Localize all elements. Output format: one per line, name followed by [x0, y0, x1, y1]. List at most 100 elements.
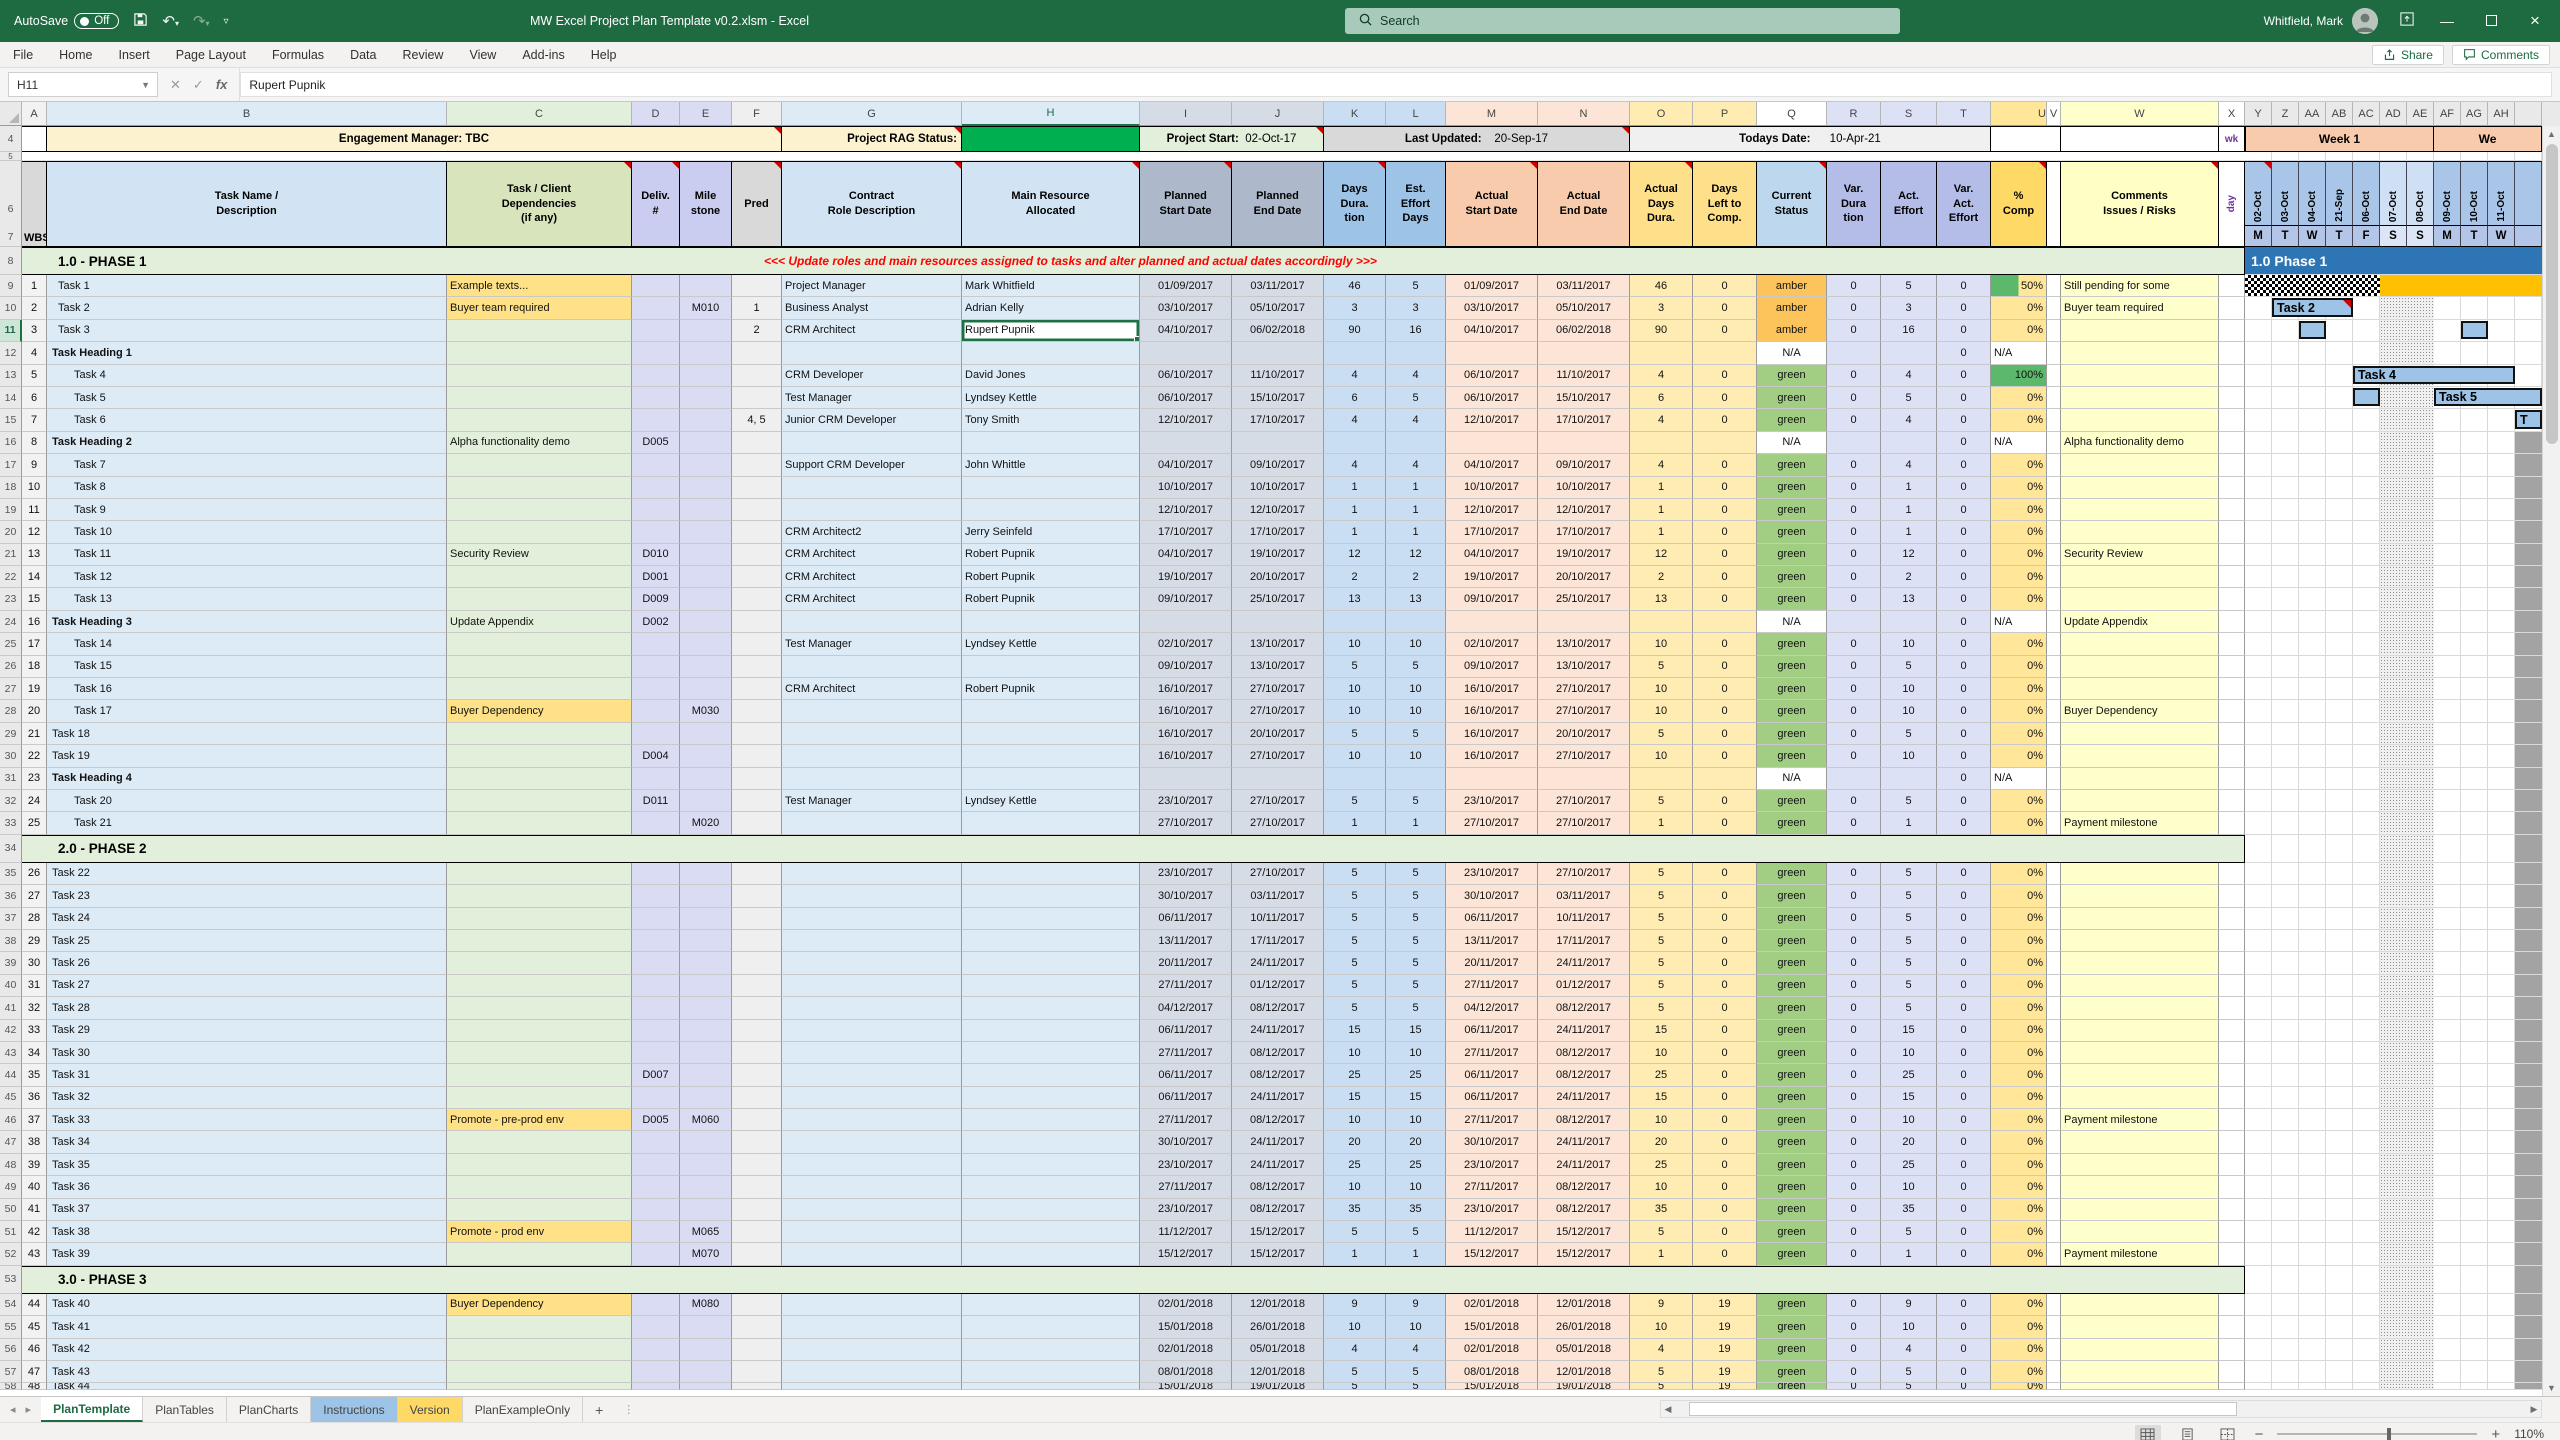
cell-d[interactable]: [447, 1360, 632, 1384]
column-header[interactable]: M: [1446, 102, 1538, 126]
cell-w[interactable]: 13: [22, 543, 47, 567]
column-header[interactable]: O: [1630, 102, 1693, 126]
cell-du[interactable]: 2: [1324, 566, 1386, 589]
cell-ro[interactable]: [782, 767, 962, 790]
cell-pe[interactable]: 08/12/2017: [1232, 1198, 1324, 1222]
cell-ee[interactable]: 1: [1386, 476, 1446, 499]
cell-vf[interactable]: 0: [1937, 588, 1991, 611]
row-header[interactable]: 26: [0, 655, 22, 679]
cell-pr[interactable]: [732, 1221, 782, 1244]
cell-ee[interactable]: 5: [1386, 1221, 1446, 1244]
comments-button[interactable]: Comments: [2451, 44, 2550, 65]
cell-pe[interactable]: 08/12/2017: [1232, 1041, 1324, 1065]
row-header[interactable]: 44: [0, 1064, 22, 1087]
cell-v[interactable]: [2047, 997, 2061, 1020]
column-header[interactable]: K: [1324, 102, 1386, 126]
cell-d[interactable]: [447, 997, 632, 1020]
cell-st[interactable]: green: [1757, 1131, 1827, 1154]
cell-du[interactable]: 1: [1324, 812, 1386, 835]
cell-dl[interactable]: 0: [1693, 1019, 1757, 1042]
cell-v[interactable]: [2047, 275, 2061, 298]
share-button[interactable]: Share: [2371, 44, 2444, 65]
row-header[interactable]: 22: [0, 566, 22, 589]
cell-dl[interactable]: 0: [1693, 700, 1757, 723]
cell-x[interactable]: [2219, 1316, 2245, 1339]
header-x[interactable]: day: [2219, 161, 2245, 247]
cell-ro[interactable]: CRM Architect: [782, 543, 962, 567]
cell-dl[interactable]: 0: [1693, 633, 1757, 656]
cell-v[interactable]: [2047, 297, 2061, 320]
gantt-day-cell[interactable]: T: [2461, 225, 2488, 247]
cell-ps[interactable]: 16/10/2017: [1140, 722, 1232, 746]
cell-af[interactable]: 1: [1881, 1243, 1937, 1266]
cell-ae[interactable]: 24/11/2017: [1538, 952, 1630, 975]
cell-ad[interactable]: 1: [1630, 812, 1693, 835]
cell-dv[interactable]: D010: [632, 543, 680, 567]
cell-w[interactable]: 34: [22, 1041, 47, 1065]
cell-x[interactable]: [2219, 789, 2245, 813]
cell-ae[interactable]: 19/10/2017: [1538, 543, 1630, 567]
cell-w[interactable]: 7: [22, 409, 47, 432]
cell-ps[interactable]: 12/10/2017: [1140, 409, 1232, 432]
cell-ad[interactable]: 25: [1630, 1064, 1693, 1087]
column-header[interactable]: AD: [2380, 102, 2407, 126]
cell-re[interactable]: [962, 1109, 1140, 1132]
cell-ee[interactable]: 10: [1386, 745, 1446, 768]
cell-ee[interactable]: 5: [1386, 974, 1446, 998]
gantt-strip[interactable]: [2245, 1338, 2542, 1361]
cell-ps[interactable]: 04/10/2017: [1140, 543, 1232, 567]
cell-pe[interactable]: 15/12/2017: [1232, 1243, 1324, 1266]
cell-cm[interactable]: [2061, 521, 2219, 544]
cell-vd[interactable]: 0: [1827, 1153, 1881, 1177]
cell-ro[interactable]: [782, 1086, 962, 1110]
cell-dv[interactable]: D004: [632, 745, 680, 768]
cell-v[interactable]: [2047, 974, 2061, 998]
cell-ee[interactable]: 3: [1386, 297, 1446, 320]
cell-x[interactable]: [2219, 633, 2245, 656]
cell-v[interactable]: [2047, 812, 2061, 835]
cell-x[interactable]: [2219, 1176, 2245, 1199]
cell-ps[interactable]: 23/10/2017: [1140, 1198, 1232, 1222]
cell-dv[interactable]: [632, 319, 680, 343]
cell-ad[interactable]: 10: [1630, 745, 1693, 768]
cell-as[interactable]: 15/01/2018: [1446, 1316, 1538, 1339]
cell-as[interactable]: 27/11/2017: [1446, 1041, 1538, 1065]
cell-re[interactable]: [962, 476, 1140, 499]
cell-dv[interactable]: [632, 1338, 680, 1361]
cell-w[interactable]: 29: [22, 929, 47, 953]
cell-dl[interactable]: 0: [1693, 722, 1757, 746]
cell-w[interactable]: 38: [22, 1131, 47, 1154]
cell-du[interactable]: 5: [1324, 974, 1386, 998]
cell-ad[interactable]: [1630, 342, 1693, 365]
cell-re[interactable]: [962, 1086, 1140, 1110]
cell-re[interactable]: [962, 498, 1140, 522]
column-header[interactable]: X: [2219, 102, 2245, 126]
column-header[interactable]: S: [1881, 102, 1937, 126]
cell-ee[interactable]: 10: [1386, 1176, 1446, 1199]
cell-t[interactable]: Task 41: [47, 1316, 447, 1339]
header-dep[interactable]: Task / Client Dependencies (if any): [447, 161, 632, 247]
cell-pr[interactable]: [732, 454, 782, 477]
sheet-tab-plantables[interactable]: PlanTables: [143, 1397, 227, 1422]
cell-re[interactable]: [962, 1198, 1140, 1222]
cell-pr[interactable]: [732, 885, 782, 908]
horizontal-scrollbar[interactable]: ◀ ▶: [1660, 1400, 2542, 1418]
cell-v[interactable]: [2047, 319, 2061, 343]
row-header[interactable]: 8: [0, 247, 22, 275]
cell-re[interactable]: [962, 1316, 1140, 1339]
cell-ro[interactable]: Test Manager: [782, 789, 962, 813]
cell-ro[interactable]: [782, 862, 962, 886]
cell-v[interactable]: [2047, 610, 2061, 634]
gantt-date-cell[interactable]: 08-Oct: [2407, 161, 2434, 225]
cell-re[interactable]: [962, 1221, 1140, 1244]
cell-pe[interactable]: 08/12/2017: [1232, 1176, 1324, 1199]
cell-af[interactable]: 25: [1881, 1153, 1937, 1177]
cell-ad[interactable]: 35: [1630, 1198, 1693, 1222]
cell-dl[interactable]: 0: [1693, 588, 1757, 611]
cell-dl[interactable]: 0: [1693, 789, 1757, 813]
cell-vd[interactable]: 0: [1827, 655, 1881, 679]
cell-dv[interactable]: [632, 521, 680, 544]
cell-cm[interactable]: [2061, 929, 2219, 953]
cell-v[interactable]: [2047, 364, 2061, 387]
cell-w[interactable]: 9: [22, 454, 47, 477]
